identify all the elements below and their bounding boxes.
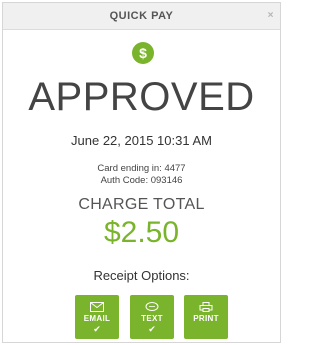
quick-pay-dialog: QUICK PAY × $ APPROVED June 22, 2015 10:… [2,2,281,343]
text-button-label: TEXT [141,314,163,323]
dollar-icon: $ [132,42,154,64]
charge-total-amount: $2.50 [103,216,180,249]
print-button-label: PRINT [193,314,219,323]
receipt-options-label: Receipt Options: [93,268,190,283]
dialog-header: QUICK PAY × [3,3,280,30]
dialog-title: QUICK PAY [109,10,174,22]
email-button-label: EMAIL [83,314,111,323]
checkmark-icon: ✔ [148,324,156,334]
approved-status: APPROVED [28,75,255,119]
card-ending: Card ending in: 4477 [97,163,186,174]
text-receipt-button[interactable]: TEXT ✔ [130,295,174,339]
chat-bubble-icon [145,302,159,311]
checkmark-icon: ✔ [93,324,101,334]
email-receipt-button[interactable]: EMAIL ✔ [75,295,119,339]
transaction-datetime: June 22, 2015 10:31 AM [71,133,212,148]
envelope-icon [90,302,104,312]
auth-code: Auth Code: 093146 [100,175,183,186]
close-icon[interactable]: × [268,3,274,29]
printer-icon [199,302,213,312]
charge-total-label: CHARGE TOTAL [78,196,205,213]
print-receipt-button[interactable]: PRINT [184,295,228,339]
